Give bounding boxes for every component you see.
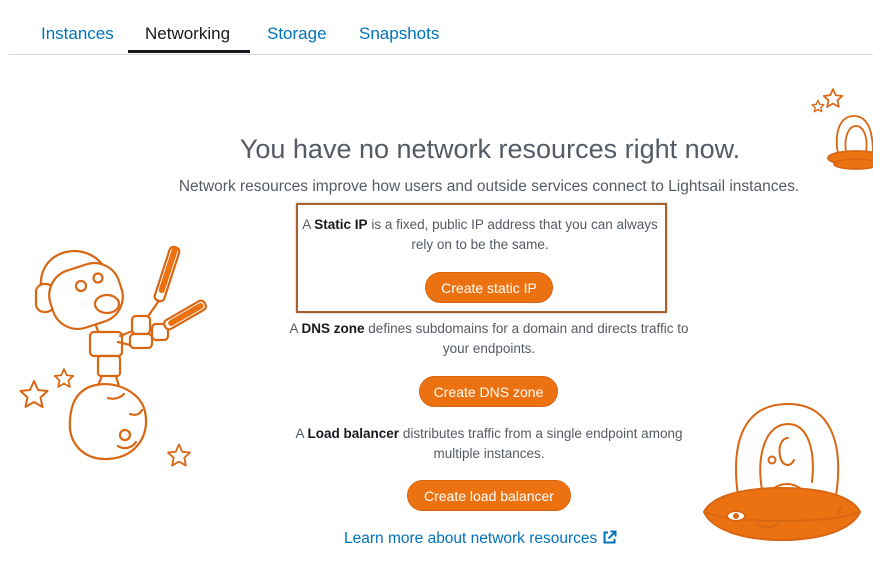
alien-in-ufo-illustration xyxy=(827,115,873,170)
dns-zone-description: A DNS zone defines subdomains for a doma… xyxy=(289,321,689,356)
page-subtitle: Network resources improve how users and … xyxy=(178,178,800,195)
star-icon xyxy=(822,88,844,108)
static-ip-description: A Static IP is a fixed, public IP addres… xyxy=(302,217,658,252)
create-load-balancer-button[interactable]: Create load balancer xyxy=(407,480,571,511)
create-dns-zone-button[interactable]: Create DNS zone xyxy=(419,376,558,407)
load-balancer-description: A Load balancer distributes traffic from… xyxy=(295,426,683,461)
tab-networking[interactable]: Networking xyxy=(145,24,230,44)
dns-zone-term: DNS zone xyxy=(301,321,365,336)
tab-instances[interactable]: Instances xyxy=(41,24,114,44)
tab-snapshots[interactable]: Snapshots xyxy=(359,24,439,44)
star-icon xyxy=(167,443,191,467)
load-balancer-term: Load balancer xyxy=(307,426,400,441)
alien-in-ufo-illustration xyxy=(703,403,861,541)
learn-more-link[interactable]: Learn more about network resources xyxy=(344,530,617,548)
tab-storage[interactable]: Storage xyxy=(267,24,327,44)
static-ip-term: Static IP xyxy=(314,217,368,232)
robot-astronaut-illustration xyxy=(34,245,208,461)
tab-bar: Instances Networking Storage Snapshots xyxy=(9,0,873,55)
create-static-ip-button[interactable]: Create static IP xyxy=(425,272,553,303)
active-tab-indicator xyxy=(128,50,250,53)
external-link-icon xyxy=(603,530,617,544)
star-icon xyxy=(19,380,49,408)
page-title: You have no network resources right now. xyxy=(239,134,741,164)
star-icon xyxy=(811,99,825,113)
star-icon xyxy=(53,368,75,388)
